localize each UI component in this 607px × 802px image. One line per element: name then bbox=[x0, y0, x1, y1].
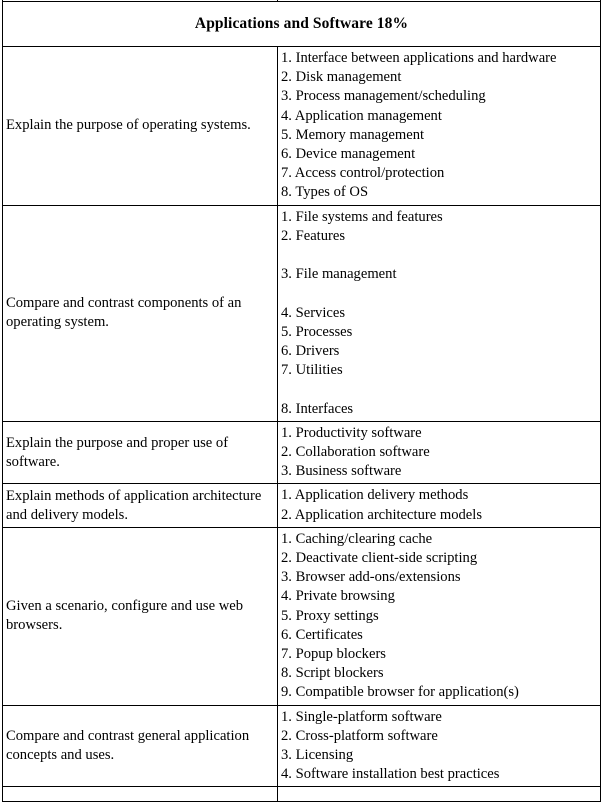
table-row: Explain the purpose and proper use of so… bbox=[2, 420, 601, 485]
example-item: 1. Application delivery methods bbox=[281, 487, 469, 504]
example-item: 2. Disk management bbox=[281, 69, 402, 86]
example-item: 4. Services bbox=[281, 304, 346, 321]
table-row: Given a scenario, configure and use web … bbox=[2, 526, 601, 706]
clipped-bottom-objective-cell bbox=[2, 786, 278, 802]
example-item: 2. Collaboration software bbox=[281, 444, 430, 461]
examples-cell: 1. Caching/clearing cache 2. Deactivate c… bbox=[277, 526, 601, 706]
example-item: 2. Features bbox=[281, 227, 346, 244]
example-item: 6. Device management bbox=[281, 146, 416, 163]
section-heading-row: Applications and Software 18% bbox=[2, 1, 601, 47]
example-item: 3. Process management/scheduling bbox=[281, 88, 486, 105]
document-page: Applications and Software 18% Explain th… bbox=[0, 0, 607, 802]
example-item: 5. Proxy settings bbox=[281, 607, 379, 624]
example-item: 2. Deactivate client-side scripting bbox=[281, 550, 478, 567]
table-row: Compare and contrast components of an op… bbox=[2, 204, 601, 422]
objective-cell: Explain methods of application architect… bbox=[2, 483, 278, 528]
examples-list: 1. Productivity software 2. Collaboration… bbox=[281, 424, 598, 482]
example-item: 6. Drivers bbox=[281, 343, 340, 360]
example-item: 8. Types of OS bbox=[281, 184, 369, 201]
table-row: Compare and contrast general application… bbox=[2, 704, 601, 788]
examples-cell: 1. File systems and features 2. Features 3… bbox=[277, 204, 601, 422]
example-item: 8. Script blockers bbox=[281, 665, 384, 682]
example-item: 3. File management bbox=[281, 266, 397, 283]
objective-cell: Given a scenario, configure and use web … bbox=[2, 526, 278, 706]
example-item: 1. Single-platform software bbox=[281, 708, 442, 725]
table-row-clipped-bottom bbox=[2, 786, 601, 802]
examples-cell: 1. Productivity software 2. Collaboration… bbox=[277, 420, 601, 485]
examples-cell: 1. Interface between applications and ha… bbox=[277, 46, 601, 206]
example-item: 3. Browser add-ons/extensions bbox=[281, 569, 461, 586]
example-item: 9. Compatible browser for application(s) bbox=[281, 684, 519, 701]
examples-cell: 1. Application delivery methods 2. Applic… bbox=[277, 483, 601, 528]
examples-list: 1. Interface between applications and ha… bbox=[281, 49, 598, 203]
example-item: 1. Caching/clearing cache bbox=[281, 530, 433, 547]
examples-list: 1. File systems and features 2. Features 3… bbox=[281, 208, 598, 419]
example-item: 4. Software installation best practices bbox=[281, 766, 500, 783]
example-item: 2. Cross-platform software bbox=[281, 727, 438, 744]
example-item: 7. Access control/protection bbox=[281, 165, 445, 182]
clipped-bottom-examples-cell bbox=[277, 786, 601, 802]
example-item: 6. Certificates bbox=[281, 626, 363, 643]
example-item: 5. Memory management bbox=[281, 126, 425, 143]
example-item: 1. File systems and features bbox=[281, 208, 443, 225]
examples-list: 1. Application delivery methods 2. Applic… bbox=[281, 486, 598, 524]
objectives-table-body: Applications and Software 18% Explain th… bbox=[2, 0, 601, 802]
objectives-table: Applications and Software 18% Explain th… bbox=[2, 0, 601, 802]
example-item: 1. Productivity software bbox=[281, 424, 422, 441]
example-item: 1. Interface between applications and ha… bbox=[281, 50, 557, 66]
section-heading: Applications and Software 18% bbox=[2, 1, 601, 47]
example-item: 8. Interfaces bbox=[281, 400, 354, 417]
objective-cell: Explain the purpose of operating systems… bbox=[2, 46, 278, 206]
table-row: Explain the purpose of operating systems… bbox=[2, 46, 601, 206]
objective-cell: Compare and contrast components of an op… bbox=[2, 204, 278, 422]
example-item: 2. Application architecture models bbox=[281, 506, 483, 523]
example-item: 3. Business software bbox=[281, 463, 402, 480]
example-item: 3. Licensing bbox=[281, 747, 354, 764]
examples-list: 1. Single-platform software 2. Cross-plat… bbox=[281, 708, 598, 785]
example-item: 7. Utilities bbox=[281, 362, 343, 379]
example-item: 4. Private browsing bbox=[281, 588, 395, 605]
objective-cell: Explain the purpose and proper use of so… bbox=[2, 420, 278, 485]
examples-list: 1. Caching/clearing cache 2. Deactivate c… bbox=[281, 530, 598, 703]
table-row: Explain methods of application architect… bbox=[2, 483, 601, 528]
example-item: 7. Popup blockers bbox=[281, 646, 386, 663]
examples-cell: 1. Single-platform software 2. Cross-plat… bbox=[277, 704, 601, 788]
example-item: 4. Application management bbox=[281, 107, 442, 124]
example-item: 5. Processes bbox=[281, 323, 353, 340]
objective-cell: Compare and contrast general application… bbox=[2, 704, 278, 788]
